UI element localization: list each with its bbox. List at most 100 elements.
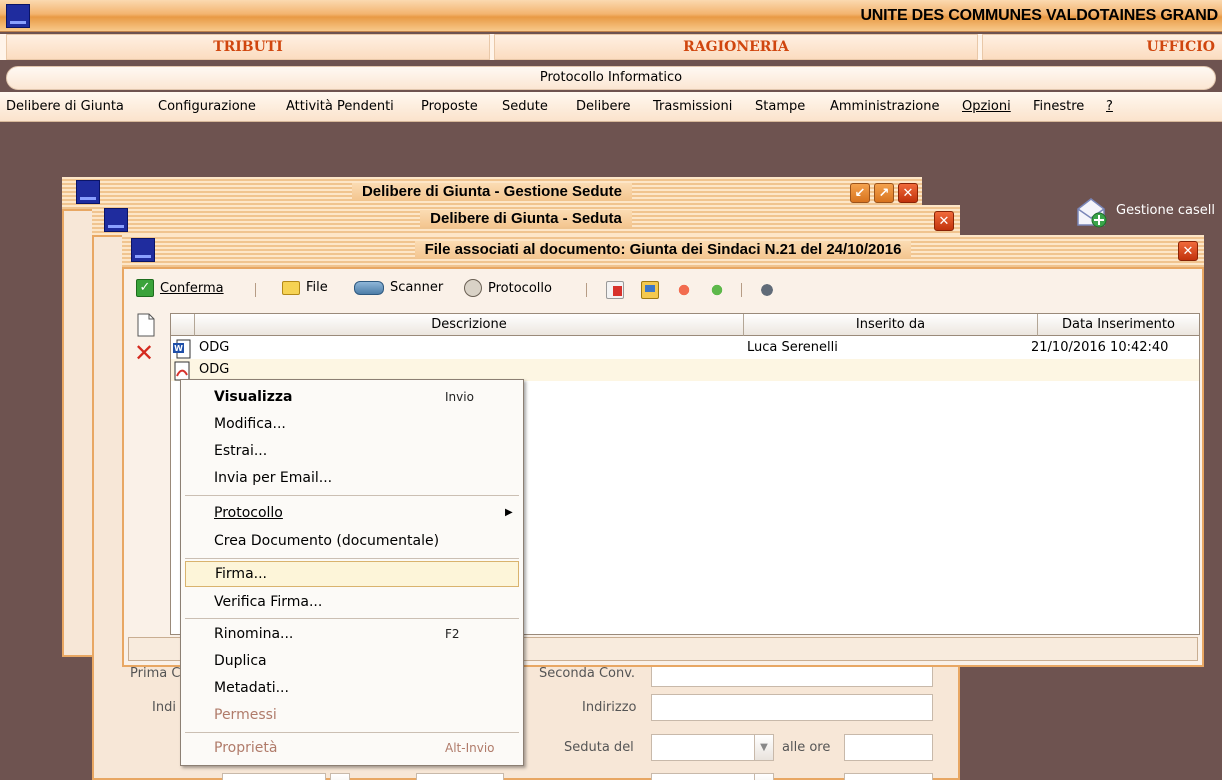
menu-help[interactable]: ? (1106, 99, 1113, 114)
window-logo-icon (104, 208, 128, 232)
menu-item-invia-email[interactable]: Invia per Email... (185, 465, 519, 491)
upload-icon[interactable] (675, 281, 693, 299)
app-logo-icon (6, 4, 30, 28)
label-indirizzo: Indirizzo (582, 700, 637, 715)
menu-item-label: Proprietà (214, 740, 278, 756)
menu-proposte[interactable]: Proposte (421, 99, 478, 114)
download-icon[interactable] (708, 281, 726, 299)
menu-stampe[interactable]: Stampe (755, 99, 805, 114)
submenu-arrow-icon: ▶ (505, 507, 513, 518)
toolbar-separator (586, 283, 587, 297)
menu-item-permessi: Permessi (214, 707, 277, 723)
seduta-del-dropdown-icon[interactable]: ▼ (754, 734, 774, 761)
scanner-button[interactable]: Scanner (354, 279, 443, 295)
folder-icon (282, 281, 300, 295)
protocol-button[interactable]: Protocollo (464, 279, 552, 297)
menu-separator (185, 558, 519, 559)
new-document-icon[interactable] (136, 313, 156, 337)
dialog-logo-icon (131, 238, 155, 262)
extra-field-1-dropdown-icon[interactable]: ▼ (330, 773, 350, 780)
confirm-button[interactable]: ✓ Conferma (136, 279, 224, 297)
menu-item-label: Visualizza (214, 389, 293, 405)
alle-ore-field[interactable] (844, 734, 933, 761)
menu-opzioni[interactable]: Opzioni (962, 99, 1011, 114)
menu-configurazione[interactable]: Configurazione (158, 99, 256, 114)
menu-attivita-pendenti[interactable]: Attività Pendenti (286, 99, 394, 114)
table-header-descrizione[interactable]: Descrizione (195, 314, 744, 336)
label-seconda-conv: Seconda Conv. (539, 666, 636, 681)
protocol-icon (464, 279, 482, 297)
menu-item-protocollo[interactable]: Protocollo ▶ (185, 500, 519, 526)
table-header-icon (171, 314, 195, 336)
module-tab-ufficio[interactable]: UFFICIO (982, 34, 1222, 60)
menu-delibere-di-giunta[interactable]: Delibere di Giunta (6, 99, 124, 114)
label-seduta-del: Seduta del (564, 740, 634, 755)
application-subtitle: Protocollo Informatico (6, 66, 1216, 90)
extra-field-3-dropdown-icon[interactable]: ▼ (754, 773, 774, 780)
delete-icon[interactable]: ✕ (134, 341, 154, 365)
toolbar-separator (255, 283, 256, 297)
menu-trasmissioni[interactable]: Trasmissioni (653, 99, 732, 114)
cell-descrizione: ODG (199, 362, 230, 377)
camera-icon[interactable] (758, 281, 776, 299)
dialog-toolbar: ✓ Conferma File Scanner Protocollo (130, 275, 1196, 305)
cell-descrizione: ODG (199, 340, 230, 355)
mail-add-icon (1077, 198, 1107, 228)
window-titlebar[interactable]: Delibere di Giunta - Seduta ✕ (92, 205, 960, 235)
table-header-data-inserimento[interactable]: Data Inserimento (1038, 314, 1199, 336)
window-logo-icon (76, 180, 100, 204)
extra-field-2[interactable] (416, 773, 504, 780)
close-button[interactable]: ✕ (898, 183, 918, 203)
menu-item-rinomina[interactable]: Rinomina... F2 (185, 621, 519, 647)
menu-separator (185, 732, 519, 733)
svg-text:W: W (174, 344, 183, 353)
context-menu: Visualizza Invio Modifica... Estrai... I… (180, 379, 524, 766)
menu-item-shortcut: Invio (445, 390, 474, 404)
extra-field-1[interactable] (222, 773, 326, 780)
close-button[interactable]: ✕ (934, 211, 954, 231)
close-button[interactable]: ✕ (1178, 241, 1198, 261)
table-row-selected[interactable]: ODG (171, 359, 1199, 381)
confirm-label: Conferma (160, 280, 224, 296)
menu-separator (185, 495, 519, 496)
window-title: Delibere di Giunta - Gestione Sedute (351, 183, 633, 200)
dialog-titlebar[interactable]: File associati al documento: Giunta dei … (122, 235, 1204, 267)
menubar: Delibere di Giunta Configurazione Attivi… (0, 92, 1222, 122)
maximize-button[interactable]: ↗ (874, 183, 894, 203)
menu-item-modifica[interactable]: Modifica... (185, 411, 519, 437)
menu-item-metadati[interactable]: Metadati... (185, 675, 519, 701)
file-button[interactable]: File (282, 279, 328, 295)
extra-field-4[interactable] (844, 773, 933, 780)
menu-delibere[interactable]: Delibere (576, 99, 631, 114)
menu-amministrazione[interactable]: Amministrazione (830, 99, 940, 114)
menu-item-visualizza[interactable]: Visualizza Invio (185, 384, 519, 410)
module-tab-tributi[interactable]: TRIBUTI (6, 34, 490, 60)
menu-item-shortcut: F2 (445, 627, 460, 641)
scanner-label: Scanner (390, 279, 444, 295)
menu-sedute[interactable]: Sedute (502, 99, 548, 114)
menu-item-estrai[interactable]: Estrai... (185, 438, 519, 464)
seduta-del-field[interactable] (651, 734, 755, 761)
minimize-button[interactable]: ↙ (850, 183, 870, 203)
table-row[interactable]: W ODG Luca Serenelli 21/10/2016 10:42:40 (171, 337, 1199, 359)
preview-icon[interactable] (641, 281, 659, 299)
menu-item-verifica-firma[interactable]: Verifica Firma... (185, 589, 519, 615)
menu-finestre[interactable]: Finestre (1033, 99, 1084, 114)
label-alle-ore: alle ore (782, 740, 831, 755)
desktop-shortcut-gestione-caselle[interactable]: Gestione casell (1074, 195, 1222, 231)
menu-item-crea-documento[interactable]: Crea Documento (documentale) (185, 528, 519, 554)
desktop-shortcut-label: Gestione casell (1116, 203, 1215, 218)
check-icon: ✓ (136, 279, 154, 297)
extra-field-3[interactable] (651, 773, 755, 780)
menu-separator (185, 618, 519, 619)
indirizzo-field[interactable] (651, 694, 933, 721)
app-title: UNITE DES COMMUNES VALDOTAINES GRAND (860, 7, 1218, 24)
menu-item-proprieta: Proprietà Alt-Invio (185, 735, 519, 761)
module-bar: TRIBUTI RAGIONERIA UFFICIO (0, 34, 1222, 60)
table-header-inserito-da[interactable]: Inserito da (744, 314, 1038, 336)
menu-item-shortcut: Alt-Invio (445, 741, 495, 755)
module-tab-ragioneria[interactable]: RAGIONERIA (494, 34, 978, 60)
menu-item-firma[interactable]: Firma... (185, 561, 519, 587)
pdf-convert-icon[interactable] (606, 281, 624, 299)
menu-item-duplica[interactable]: Duplica (185, 648, 519, 674)
